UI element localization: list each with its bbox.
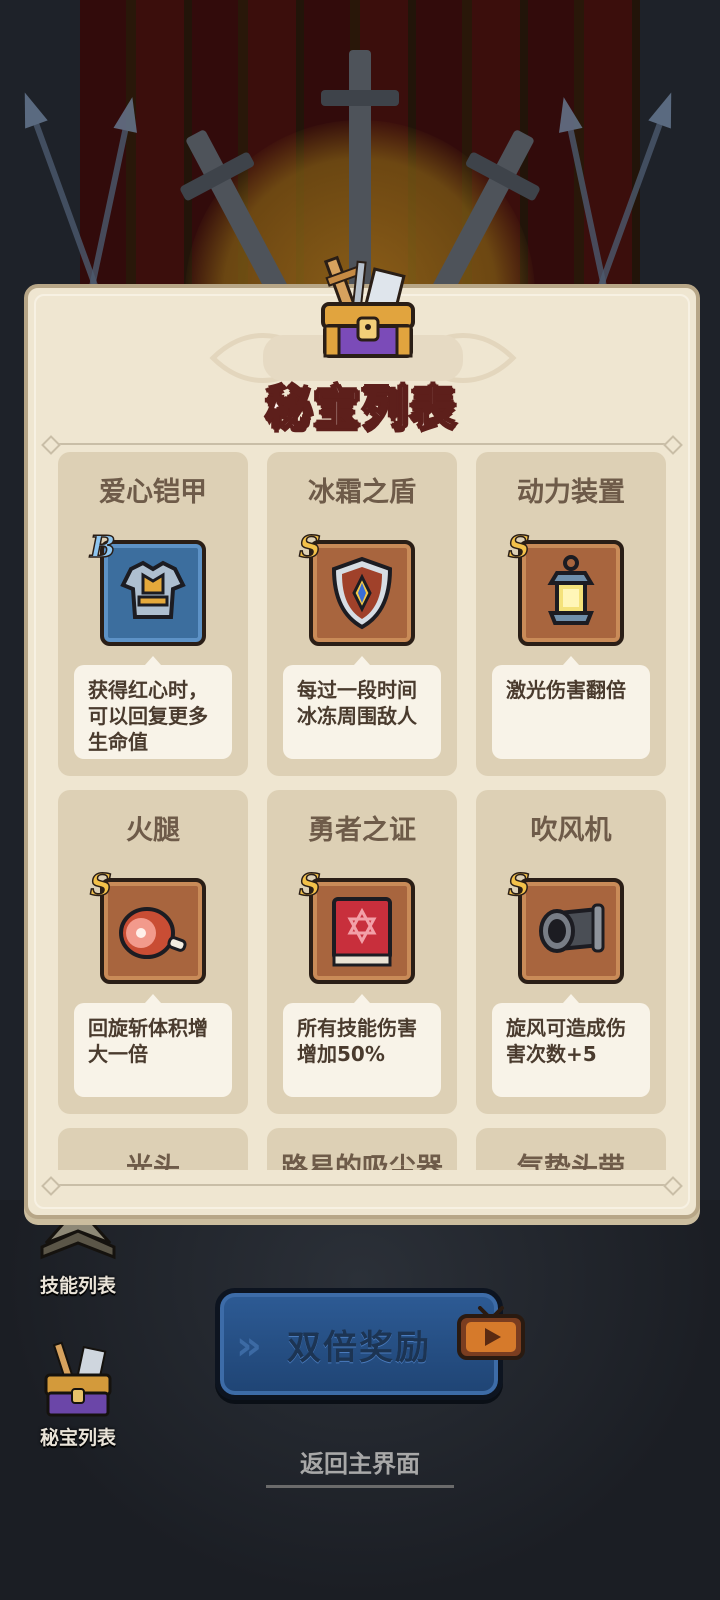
treasure-list-button[interactable]: 秘宝列表 [26,1330,130,1450]
cannon-icon [518,878,624,984]
divider [48,443,676,445]
treasure-card[interactable]: 爱心铠甲 B 获得红心时，可以回复更多生命值 [58,452,248,776]
treasure-description: 获得红心时，可以回复更多生命值 [74,656,232,759]
rank-badge: S [507,867,530,904]
treasure-chest-icon [313,252,423,362]
treasure-card[interactable]: 气势头带 [476,1128,666,1170]
rank-badge: S [298,529,321,566]
treasure-chest-icon [36,1339,120,1419]
treasure-name: 勇者之证 [308,815,416,846]
rank-badge: S [298,867,321,904]
treasure-description: 所有技能伤害增加50% [283,994,441,1097]
double-reward-label: 双倍奖励 [287,1327,431,1368]
treasure-name: 光头 [126,1153,180,1170]
treasure-list-panel: 秘宝列表 爱心铠甲 B 获得红心时，可以回复更多生命值 冰霜之盾 S 每过一段时… [24,255,700,1219]
treasure-card[interactable]: 火腿 S 回旋斩体积增大一倍 [58,790,248,1114]
treasure-list-label: 秘宝列表 [39,1427,116,1449]
lantern-icon [518,540,624,646]
treasure-name: 气势头带 [517,1153,625,1170]
shield-icon [309,540,415,646]
treasure-card[interactable]: 吹风机 S 旋风可造成伤害次数+5 [476,790,666,1114]
treasure-card[interactable]: 路易的吸尘器 [267,1128,457,1170]
armor-icon [100,540,206,646]
treasure-name: 动力装置 [517,477,625,508]
book-icon [309,878,415,984]
tv-play-icon [456,1306,526,1360]
return-main-menu-link[interactable]: 返回主界面 [266,1444,454,1488]
treasure-description: 激光伤害翻倍 [492,656,650,759]
rank-badge: B [89,529,116,566]
rank-badge: S [507,529,530,566]
treasure-description: 每过一段时间冰冻周围敌人 [283,656,441,759]
rank-badge: S [89,867,112,904]
treasure-card[interactable]: 动力装置 S 激光伤害翻倍 [476,452,666,776]
ham-icon [100,878,206,984]
treasure-card[interactable]: 冰霜之盾 S 每过一段时间冰冻周围敌人 [267,452,457,776]
treasure-card[interactable]: 勇者之证 S 所有技能伤害增加50% [267,790,457,1114]
treasure-name: 路易的吸尘器 [281,1153,443,1170]
panel-title: 秘宝列表 [265,380,458,436]
treasure-card[interactable]: 光头 [58,1128,248,1170]
treasure-grid: 爱心铠甲 B 获得红心时，可以回复更多生命值 冰霜之盾 S 每过一段时间冰冻周围… [58,452,670,1170]
treasure-name: 火腿 [126,815,180,846]
treasure-description: 旋风可造成伤害次数+5 [492,994,650,1097]
divider [48,1184,676,1186]
treasure-name: 吹风机 [530,815,612,846]
chevron-right-icon: » [236,1323,262,1369]
treasure-description: 回旋斩体积增大一倍 [74,994,232,1097]
skills-list-label: 技能列表 [39,1275,116,1297]
treasure-name: 爱心铠甲 [99,477,207,508]
treasure-grid-scroll[interactable]: 爱心铠甲 B 获得红心时，可以回复更多生命值 冰霜之盾 S 每过一段时间冰冻周围… [58,452,670,1170]
treasure-name: 冰霜之盾 [308,477,416,508]
